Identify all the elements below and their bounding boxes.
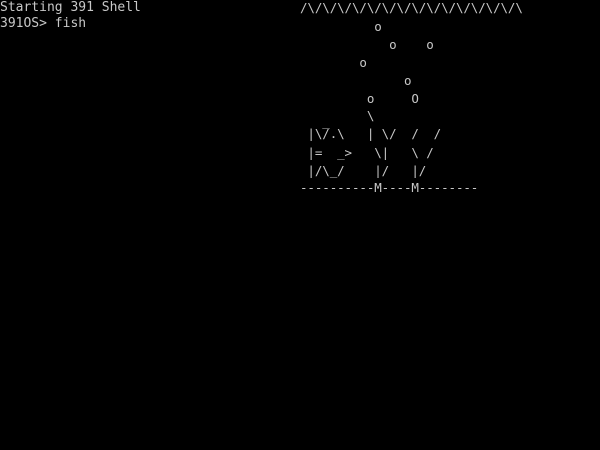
startup-message: Starting 391 Shell	[0, 0, 141, 15]
fish-art-row: |/\_/ |/ |/	[300, 163, 427, 178]
bubble-row: o	[300, 73, 412, 88]
aquarium-floor: ----------M----M--------	[300, 180, 479, 195]
bubble-row: o	[300, 55, 367, 70]
fish-art-row: |\/.\ | \/ / /	[300, 126, 442, 141]
bubble-row: o o	[300, 37, 434, 52]
aquarium-wave: /\/\/\/\/\/\/\/\/\/\/\/\/\/\/\	[300, 0, 523, 15]
fish-art-row: |= _> \| \ /	[300, 145, 434, 160]
bubble-row: o O	[300, 91, 419, 106]
bubble-row: o	[300, 19, 382, 34]
terminal-screen[interactable]: Starting 391 Shell 391OS> fish /\/\/\/\/…	[0, 0, 600, 450]
command-prompt: 391OS> fish	[0, 16, 87, 31]
